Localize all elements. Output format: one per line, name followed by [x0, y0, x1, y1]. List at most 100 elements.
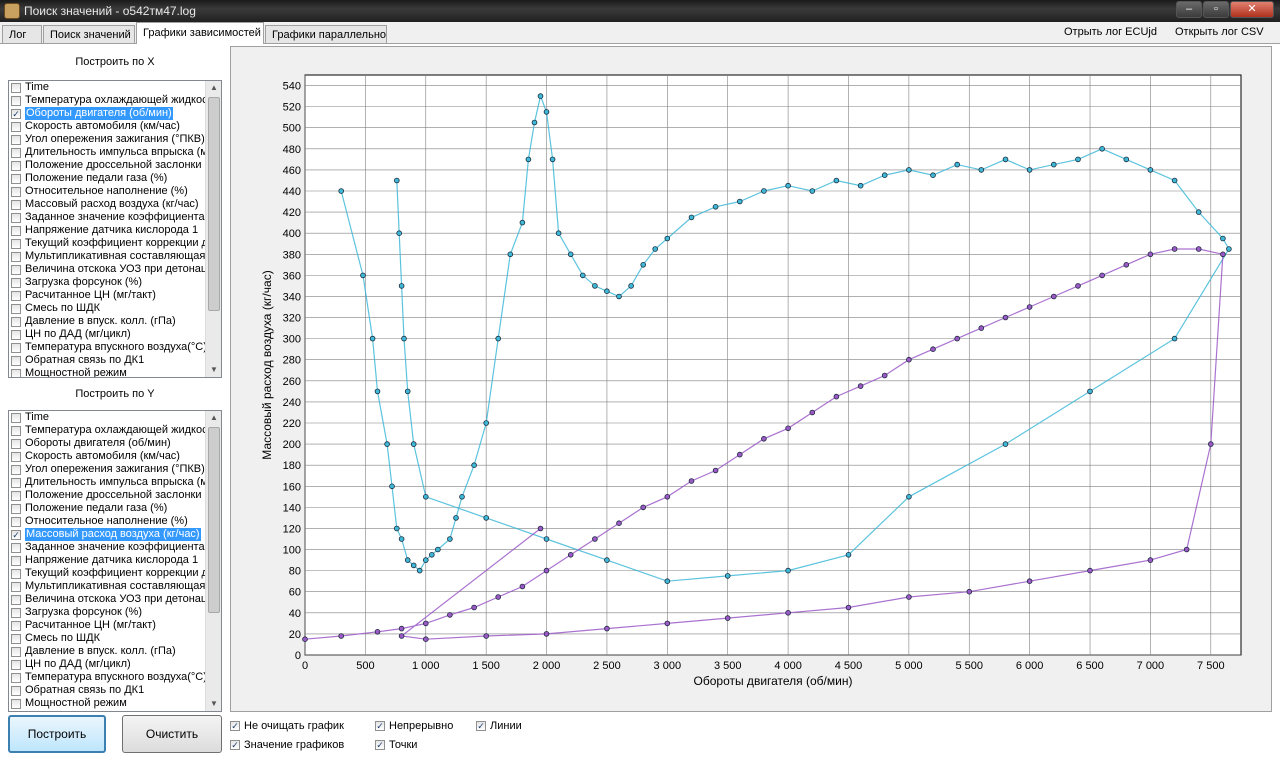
- x-param-item[interactable]: ✓ Обороты двигателя (об/мин): [9, 107, 206, 120]
- minimize-button[interactable]: –: [1176, 1, 1202, 18]
- y-param-item[interactable]: Скорость автомобиля (км/час): [9, 450, 206, 463]
- x-param-item[interactable]: Загрузка форсунок (%): [9, 276, 206, 289]
- y-param-item-checkbox[interactable]: [11, 425, 21, 436]
- x-param-item[interactable]: Расчитанное ЦН (мг/такт): [9, 289, 206, 302]
- x-param-item-checkbox[interactable]: [11, 290, 21, 301]
- x-param-item[interactable]: Мощностной режим: [9, 367, 206, 377]
- x-param-item[interactable]: ЦН по ДАД (мг/цикл): [9, 328, 206, 341]
- x-param-item-checkbox[interactable]: [11, 355, 21, 366]
- y-param-item-checkbox[interactable]: [11, 568, 21, 579]
- y-param-item[interactable]: Напряжение датчика кислорода 1: [9, 554, 206, 567]
- scroll-up-icon[interactable]: ▲: [206, 81, 221, 95]
- keep-graph-checkbox[interactable]: ✓: [230, 721, 240, 731]
- x-param-item[interactable]: Температура охлаждающей жидкости: [9, 94, 206, 107]
- y-param-item-checkbox[interactable]: [11, 594, 21, 605]
- x-param-item[interactable]: Величина отскока УОЗ при детонации: [9, 263, 206, 276]
- option-graph-values[interactable]: ✓ Значение графиков: [230, 739, 344, 751]
- tab-parallel-graphs[interactable]: Графики параллельно: [265, 25, 387, 44]
- x-parameter-list[interactable]: Time Температура охлаждающей жидкости ✓ Обо…: [8, 80, 222, 378]
- open-csv-log-link[interactable]: Открыть лог CSV: [1175, 26, 1264, 38]
- y-param-item-checkbox[interactable]: [11, 607, 21, 618]
- scroll-thumb[interactable]: [208, 427, 220, 613]
- x-param-item-checkbox[interactable]: [11, 147, 21, 158]
- dependency-chart[interactable]: 0 20 40 60 80 100 120 140 160 180 200 220 240 260 280 3…: [231, 47, 1271, 711]
- x-param-item-checkbox[interactable]: [11, 329, 21, 340]
- scroll-up-icon[interactable]: ▲: [206, 411, 221, 425]
- y-param-item[interactable]: Обратная связь по ДК1: [9, 684, 206, 697]
- continuous-checkbox[interactable]: ✓: [375, 721, 385, 731]
- x-param-item[interactable]: Положение педали газа (%): [9, 172, 206, 185]
- y-param-item[interactable]: Заданное значение коэффициента: [9, 541, 206, 554]
- x-param-item-checkbox[interactable]: [11, 212, 21, 223]
- x-param-item-checkbox[interactable]: ✓: [11, 108, 21, 119]
- y-param-item-checkbox[interactable]: [11, 438, 21, 449]
- x-param-item[interactable]: Относительное наполнение (%): [9, 185, 206, 198]
- x-param-item[interactable]: Температура впускного воздуха(°С): [9, 341, 206, 354]
- option-lines[interactable]: ✓ Линии: [476, 720, 522, 732]
- tab-log[interactable]: Лог: [2, 25, 42, 44]
- x-param-item[interactable]: Смесь по ШДК: [9, 302, 206, 315]
- y-param-item-checkbox[interactable]: [11, 451, 21, 462]
- y-param-item[interactable]: ✓ Массовый расход воздуха (кг/час): [9, 528, 206, 541]
- x-list-scrollbar[interactable]: ▲ ▼: [205, 81, 221, 377]
- build-button[interactable]: Построить: [8, 715, 106, 753]
- y-param-item[interactable]: Расчитанное ЦН (мг/такт): [9, 619, 206, 632]
- y-param-item-checkbox[interactable]: [11, 581, 21, 592]
- x-param-item-checkbox[interactable]: [11, 277, 21, 288]
- y-parameter-list[interactable]: Time Температура охлаждающей жидкости Обор…: [8, 410, 222, 712]
- y-param-item-checkbox[interactable]: [11, 646, 21, 657]
- x-param-item[interactable]: Длительность импульса впрыска (мс): [9, 146, 206, 159]
- x-param-item-checkbox[interactable]: [11, 95, 21, 106]
- x-param-item-checkbox[interactable]: [11, 199, 21, 210]
- y-param-item-checkbox[interactable]: [11, 490, 21, 501]
- x-param-item[interactable]: Текущий коэффициент коррекции д: [9, 237, 206, 250]
- tab-search-values[interactable]: Поиск значений: [43, 25, 135, 44]
- scroll-down-icon[interactable]: ▼: [206, 363, 221, 377]
- y-param-item[interactable]: Загрузка форсунок (%): [9, 606, 206, 619]
- y-param-item[interactable]: Смесь по ШДК: [9, 632, 206, 645]
- x-param-item[interactable]: Time: [9, 81, 206, 94]
- points-checkbox[interactable]: ✓: [375, 740, 385, 750]
- y-param-item-checkbox[interactable]: [11, 698, 21, 709]
- x-param-item[interactable]: Мультипликативная составляющая: [9, 250, 206, 263]
- y-param-item-checkbox[interactable]: [11, 477, 21, 488]
- graph-values-checkbox[interactable]: ✓: [230, 740, 240, 750]
- x-param-item[interactable]: Заданное значение коэффициента: [9, 211, 206, 224]
- y-param-item[interactable]: Относительное наполнение (%): [9, 515, 206, 528]
- y-param-item-checkbox[interactable]: [11, 685, 21, 696]
- x-param-item[interactable]: Положение дроссельной заслонки (%): [9, 159, 206, 172]
- clear-button[interactable]: Очистить: [122, 715, 222, 753]
- x-param-item[interactable]: Обратная связь по ДК1: [9, 354, 206, 367]
- x-param-item[interactable]: Угол опережения зажигания (°ПКВ): [9, 133, 206, 146]
- x-param-item-checkbox[interactable]: [11, 264, 21, 275]
- x-param-item-checkbox[interactable]: [11, 342, 21, 353]
- y-param-item[interactable]: ЦН по ДАД (мг/цикл): [9, 658, 206, 671]
- y-param-item-checkbox[interactable]: [11, 542, 21, 553]
- y-param-item[interactable]: Температура охлаждающей жидкости: [9, 424, 206, 437]
- y-param-item-checkbox[interactable]: [11, 464, 21, 475]
- y-param-item[interactable]: Текущий коэффициент коррекции д: [9, 567, 206, 580]
- x-param-item-checkbox[interactable]: [11, 160, 21, 171]
- y-param-item[interactable]: Положение педали газа (%): [9, 502, 206, 515]
- scroll-thumb[interactable]: [208, 97, 220, 311]
- lines-checkbox[interactable]: ✓: [476, 721, 486, 731]
- y-param-item[interactable]: Time: [9, 411, 206, 424]
- x-param-item-checkbox[interactable]: [11, 225, 21, 236]
- y-param-item[interactable]: Температура впускного воздуха(°С): [9, 671, 206, 684]
- x-param-item-checkbox[interactable]: [11, 82, 21, 93]
- x-param-item-checkbox[interactable]: [11, 368, 21, 377]
- y-param-item[interactable]: Мультипликативная составляющая: [9, 580, 206, 593]
- y-param-item-checkbox[interactable]: [11, 659, 21, 670]
- x-param-item[interactable]: Давление в впуск. колл. (гПа): [9, 315, 206, 328]
- y-param-item[interactable]: Давление в впуск. колл. (гПа): [9, 645, 206, 658]
- option-keep-graph[interactable]: ✓ Не очищать график: [230, 720, 344, 732]
- y-param-item-checkbox[interactable]: [11, 412, 21, 423]
- option-points[interactable]: ✓ Точки: [375, 739, 417, 751]
- maximize-button[interactable]: ▫: [1203, 1, 1229, 18]
- y-list-scrollbar[interactable]: ▲ ▼: [205, 411, 221, 711]
- y-param-item-checkbox[interactable]: [11, 672, 21, 683]
- y-param-item-checkbox[interactable]: [11, 620, 21, 631]
- y-param-item[interactable]: Мощностной режим: [9, 697, 206, 710]
- y-param-item[interactable]: Длительность импульса впрыска (мс): [9, 476, 206, 489]
- y-param-item-checkbox[interactable]: [11, 503, 21, 514]
